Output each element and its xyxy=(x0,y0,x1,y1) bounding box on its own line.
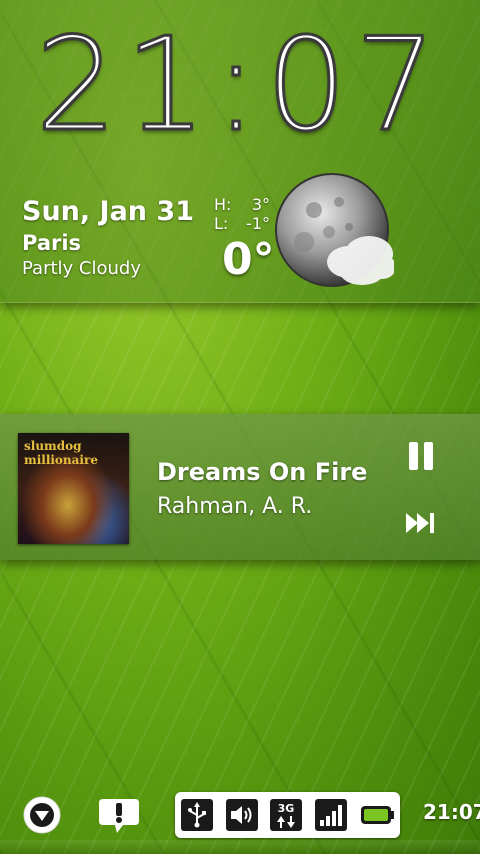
album-art[interactable]: slumdog millionaire xyxy=(18,433,129,544)
low-value: -1° xyxy=(246,214,270,233)
3g-data-icon: 3G xyxy=(270,799,303,831)
weather-date: Sun, Jan 31 xyxy=(22,196,195,227)
status-time: 21:07 xyxy=(423,800,480,824)
low-temp-row: L: -1° xyxy=(214,214,270,233)
weather-city: Paris xyxy=(22,231,82,255)
signal-icon xyxy=(315,799,348,831)
pause-button[interactable] xyxy=(404,438,438,474)
skip-next-button[interactable] xyxy=(404,510,438,536)
usb-icon xyxy=(181,799,214,831)
low-label: L: xyxy=(214,214,229,233)
unlock-chevron-button[interactable] xyxy=(22,795,62,835)
3g-label: 3G xyxy=(278,802,295,815)
high-value: 3° xyxy=(251,195,270,214)
weather-condition: Partly Cloudy xyxy=(22,258,141,279)
album-art-title: slumdog millionaire xyxy=(24,439,98,467)
song-title: Dreams On Fire xyxy=(157,458,368,486)
current-temperature: 0° xyxy=(222,234,275,285)
high-label: H: xyxy=(214,195,232,214)
volume-icon xyxy=(225,799,258,831)
high-low-temps: H: 3° L: -1° xyxy=(214,195,270,233)
high-temp-row: H: 3° xyxy=(214,195,270,214)
alert-bubble-button[interactable] xyxy=(97,795,141,835)
dock-reflection xyxy=(0,840,480,854)
artist-name: Rahman, A. R. xyxy=(157,494,313,519)
battery-icon xyxy=(360,806,394,824)
clock-time: 21:07 xyxy=(34,11,445,160)
moon-cloud-icon xyxy=(275,173,394,287)
status-bar[interactable]: 3G xyxy=(175,792,400,838)
